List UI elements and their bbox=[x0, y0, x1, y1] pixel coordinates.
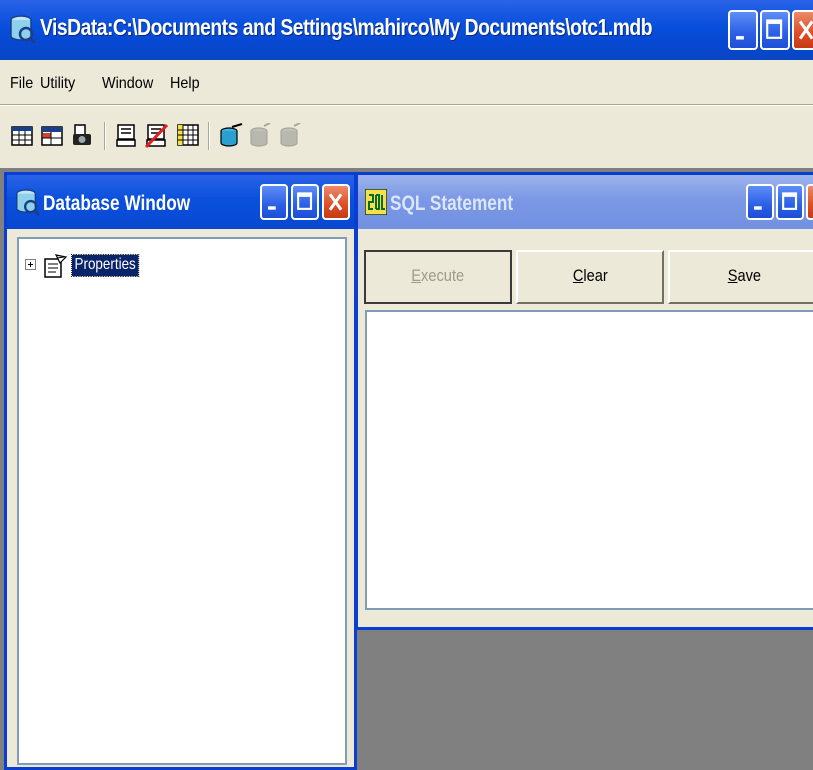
clear-button[interactable]: Clear bbox=[516, 250, 664, 304]
save-mnemonic: S bbox=[727, 266, 738, 285]
save-label: ave bbox=[737, 266, 761, 285]
visdata-application: VisData:C:\Documents and Settings\mahirc… bbox=[0, 0, 813, 770]
toolbar-separator bbox=[208, 122, 210, 150]
data-control-form-icon[interactable] bbox=[114, 123, 140, 149]
menu-help[interactable]: Help bbox=[170, 75, 200, 93]
database-icon bbox=[16, 189, 40, 216]
execute-button[interactable]: Execute bbox=[364, 250, 512, 304]
maximize-button[interactable] bbox=[760, 10, 790, 50]
database-window-title-bar[interactable]: Database Window bbox=[7, 175, 354, 229]
close-icon bbox=[812, 195, 813, 209]
sql-minimize-button[interactable] bbox=[746, 184, 774, 220]
database-window-title: Database Window bbox=[43, 192, 191, 215]
sql-close-button[interactable] bbox=[806, 184, 813, 220]
window-title: VisData:C:\Documents and Settings\mahirc… bbox=[40, 14, 653, 40]
database-window[interactable]: Database Window Properties bbox=[4, 172, 357, 770]
rollback-icon[interactable] bbox=[248, 123, 274, 149]
clear-mnemonic: C bbox=[572, 266, 584, 285]
maximize-icon bbox=[297, 192, 313, 210]
maximize-icon bbox=[782, 192, 798, 210]
clear-label: lear bbox=[583, 266, 608, 285]
main-title-bar[interactable]: VisData:C:\Documents and Settings\mahirc… bbox=[0, 0, 813, 60]
sql-icon bbox=[365, 189, 387, 215]
db-minimize-button[interactable] bbox=[260, 184, 288, 220]
sql-query-textarea[interactable] bbox=[365, 310, 813, 610]
db-maximize-button[interactable] bbox=[291, 184, 319, 220]
commit-icon[interactable] bbox=[278, 123, 304, 149]
menu-file[interactable]: File bbox=[10, 75, 33, 93]
sql-maximize-button[interactable] bbox=[776, 184, 804, 220]
menu-bar: File Utility Window Help bbox=[0, 62, 813, 104]
close-button[interactable] bbox=[792, 10, 813, 50]
sql-window-title-bar[interactable]: SQL Statement bbox=[358, 175, 813, 229]
table-type-icon[interactable] bbox=[10, 123, 36, 149]
dynaset-type-icon[interactable] bbox=[40, 123, 66, 149]
expand-plus-icon[interactable] bbox=[25, 259, 36, 270]
tree-item-properties[interactable]: Properties bbox=[25, 253, 225, 279]
begin-transaction-icon[interactable] bbox=[218, 123, 244, 149]
menu-utility[interactable]: Utility bbox=[40, 75, 75, 93]
snapshot-type-icon[interactable] bbox=[70, 123, 96, 149]
execute-label: xecute bbox=[421, 266, 465, 285]
no-data-control-form-icon[interactable] bbox=[144, 123, 170, 149]
toolbar-separator bbox=[104, 122, 106, 150]
tree-item-label: Properties bbox=[71, 254, 140, 277]
toolbar bbox=[0, 108, 813, 164]
properties-icon bbox=[44, 254, 68, 278]
database-tree-view[interactable]: Properties bbox=[17, 237, 347, 765]
save-button[interactable]: Save bbox=[668, 250, 813, 304]
menu-window[interactable]: Window bbox=[102, 75, 153, 93]
close-icon bbox=[798, 20, 813, 40]
dbgrid-form-icon[interactable] bbox=[176, 123, 202, 149]
minimize-icon bbox=[736, 36, 744, 40]
minimize-button[interactable] bbox=[728, 10, 758, 50]
sql-window-title: SQL Statement bbox=[390, 192, 514, 215]
minimize-icon bbox=[754, 206, 762, 210]
database-app-icon bbox=[10, 15, 36, 44]
db-close-button[interactable] bbox=[322, 184, 350, 220]
menu-divider-highlight bbox=[0, 105, 813, 106]
close-icon bbox=[328, 193, 343, 211]
maximize-icon bbox=[766, 19, 783, 39]
minimize-icon bbox=[268, 206, 276, 210]
